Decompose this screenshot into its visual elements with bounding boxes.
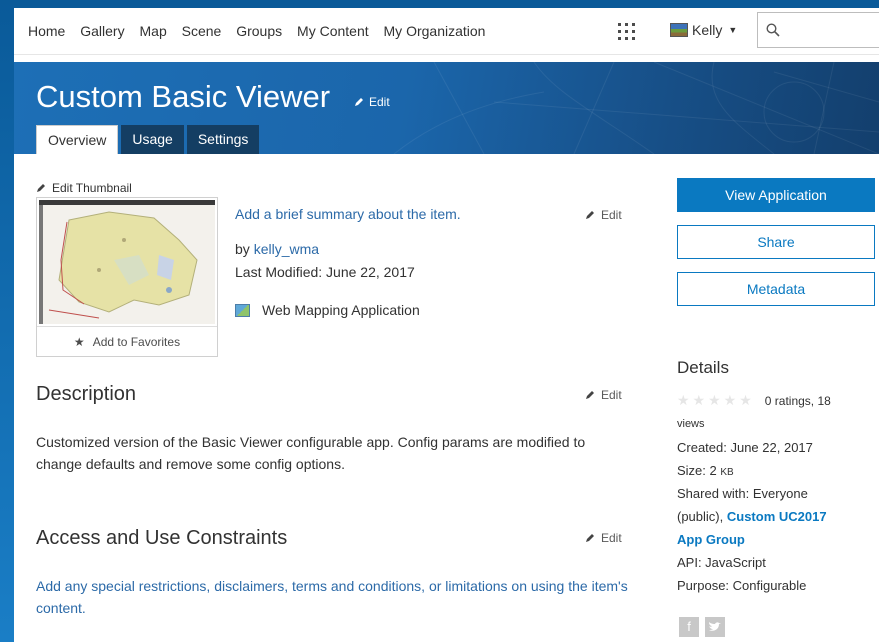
- nav-map[interactable]: Map: [140, 23, 167, 39]
- view-application-button[interactable]: View Application: [677, 178, 875, 212]
- nav-links: Home Gallery Map Scene Groups My Content…: [28, 23, 496, 39]
- nav-home[interactable]: Home: [28, 23, 65, 39]
- chevron-down-icon: ▼: [728, 25, 738, 35]
- shared-everyone: Everyone: [752, 486, 808, 501]
- pencil-icon: [586, 391, 594, 399]
- views-text: views: [677, 418, 705, 430]
- item-tabs: Overview Usage Settings: [36, 125, 262, 154]
- nav-my-content[interactable]: My Content: [297, 23, 369, 39]
- rating-stars-icon[interactable]: ★★★★★: [677, 392, 755, 409]
- constraints-edit-label: Edit: [601, 531, 622, 545]
- portal-page: Home Gallery Map Scene Groups My Content…: [14, 8, 879, 642]
- page-title: Custom Basic Viewer: [36, 79, 331, 114]
- nav-groups[interactable]: Groups: [236, 23, 282, 39]
- tab-usage[interactable]: Usage: [121, 125, 184, 154]
- description-edit-button[interactable]: Edit: [585, 388, 622, 402]
- created-date: Created: June 22, 2017: [677, 440, 813, 455]
- owner-line: by kelly_wma: [235, 241, 319, 257]
- shared-public: (public),: [677, 509, 724, 524]
- metadata-button[interactable]: Metadata: [677, 272, 875, 306]
- group-link-continued: App Group: [677, 532, 745, 547]
- thumbnail-image: [39, 200, 215, 324]
- constraints-edit-button[interactable]: Edit: [585, 531, 622, 545]
- nav-gallery[interactable]: Gallery: [80, 23, 124, 39]
- nav-scene[interactable]: Scene: [182, 23, 222, 39]
- title-edit-button[interactable]: Edit: [354, 95, 390, 109]
- pencil-icon: [586, 534, 594, 542]
- user-name: Kelly: [692, 22, 723, 38]
- description-text: Customized version of the Basic Viewer c…: [36, 434, 586, 472]
- description-edit-label: Edit: [601, 388, 622, 402]
- api-info: API: JavaScript: [677, 555, 766, 570]
- facebook-icon[interactable]: f: [679, 617, 699, 637]
- group-link-line-2[interactable]: App Group: [677, 532, 745, 547]
- shared-with-line-2: (public), Custom UC2017: [677, 509, 827, 524]
- pencil-icon: [586, 211, 594, 219]
- window-frame-left: [0, 0, 14, 642]
- size-unit: KB: [720, 467, 734, 478]
- constraints-heading: Access and Use Constraints: [36, 527, 288, 549]
- favorites-label: Add to Favorites: [92, 335, 181, 349]
- search-icon: [766, 23, 780, 37]
- rating-text: 0 ratings, 18: [764, 393, 831, 408]
- shared-with: Shared with: Everyone: [677, 486, 808, 501]
- shared-label: Shared with:: [677, 486, 750, 501]
- item-type: Web Mapping Application: [235, 302, 420, 318]
- nav-my-organization[interactable]: My Organization: [384, 23, 486, 39]
- apps-grid-icon[interactable]: [618, 23, 636, 41]
- purpose-info: Purpose: Configurable: [677, 578, 807, 593]
- title-edit-label: Edit: [369, 95, 390, 109]
- item-type-label: Web Mapping Application: [262, 302, 420, 318]
- window-frame-top: [0, 0, 879, 8]
- tab-overview[interactable]: Overview: [36, 125, 119, 154]
- last-modified: Last Modified: June 22, 2017: [235, 264, 415, 280]
- pencil-icon: [355, 98, 363, 106]
- add-to-favorites-button[interactable]: ★ Add to Favorites: [37, 326, 217, 357]
- owner-link[interactable]: kelly_wma: [254, 241, 319, 257]
- user-menu[interactable]: Kelly ▼: [670, 22, 737, 38]
- avatar: [670, 23, 688, 37]
- details-heading: Details: [677, 358, 729, 377]
- star-icon: ★: [73, 335, 85, 349]
- tab-settings[interactable]: Settings: [186, 125, 260, 154]
- by-label: by: [235, 241, 250, 257]
- item-summary[interactable]: Add a brief summary about the item.: [235, 206, 461, 222]
- search-input[interactable]: [757, 12, 879, 48]
- summary-edit-label: Edit: [601, 208, 622, 222]
- item-header-banner: Custom Basic Viewer Edit Overview Usage …: [14, 62, 879, 154]
- group-link[interactable]: Custom UC2017: [727, 509, 827, 524]
- rating: ★★★★★ 0 ratings, 18: [677, 392, 831, 409]
- share-button[interactable]: Share: [677, 225, 875, 259]
- constraints-text[interactable]: Add any special restrictions, disclaimer…: [36, 575, 636, 619]
- thumbnail-card: ★ Add to Favorites: [36, 197, 218, 357]
- edit-thumbnail-label: Edit Thumbnail: [52, 181, 132, 195]
- size-label: Size: 2: [677, 463, 717, 478]
- summary-edit-button[interactable]: Edit: [585, 208, 622, 222]
- edit-thumbnail-button[interactable]: Edit Thumbnail: [36, 181, 132, 195]
- description-heading: Description: [36, 383, 137, 405]
- top-navigation: Home Gallery Map Scene Groups My Content…: [14, 8, 879, 55]
- pencil-icon: [37, 184, 45, 192]
- web-app-icon: [235, 303, 250, 317]
- item-size: Size: 2 KB: [677, 463, 734, 478]
- twitter-icon[interactable]: [705, 617, 725, 637]
